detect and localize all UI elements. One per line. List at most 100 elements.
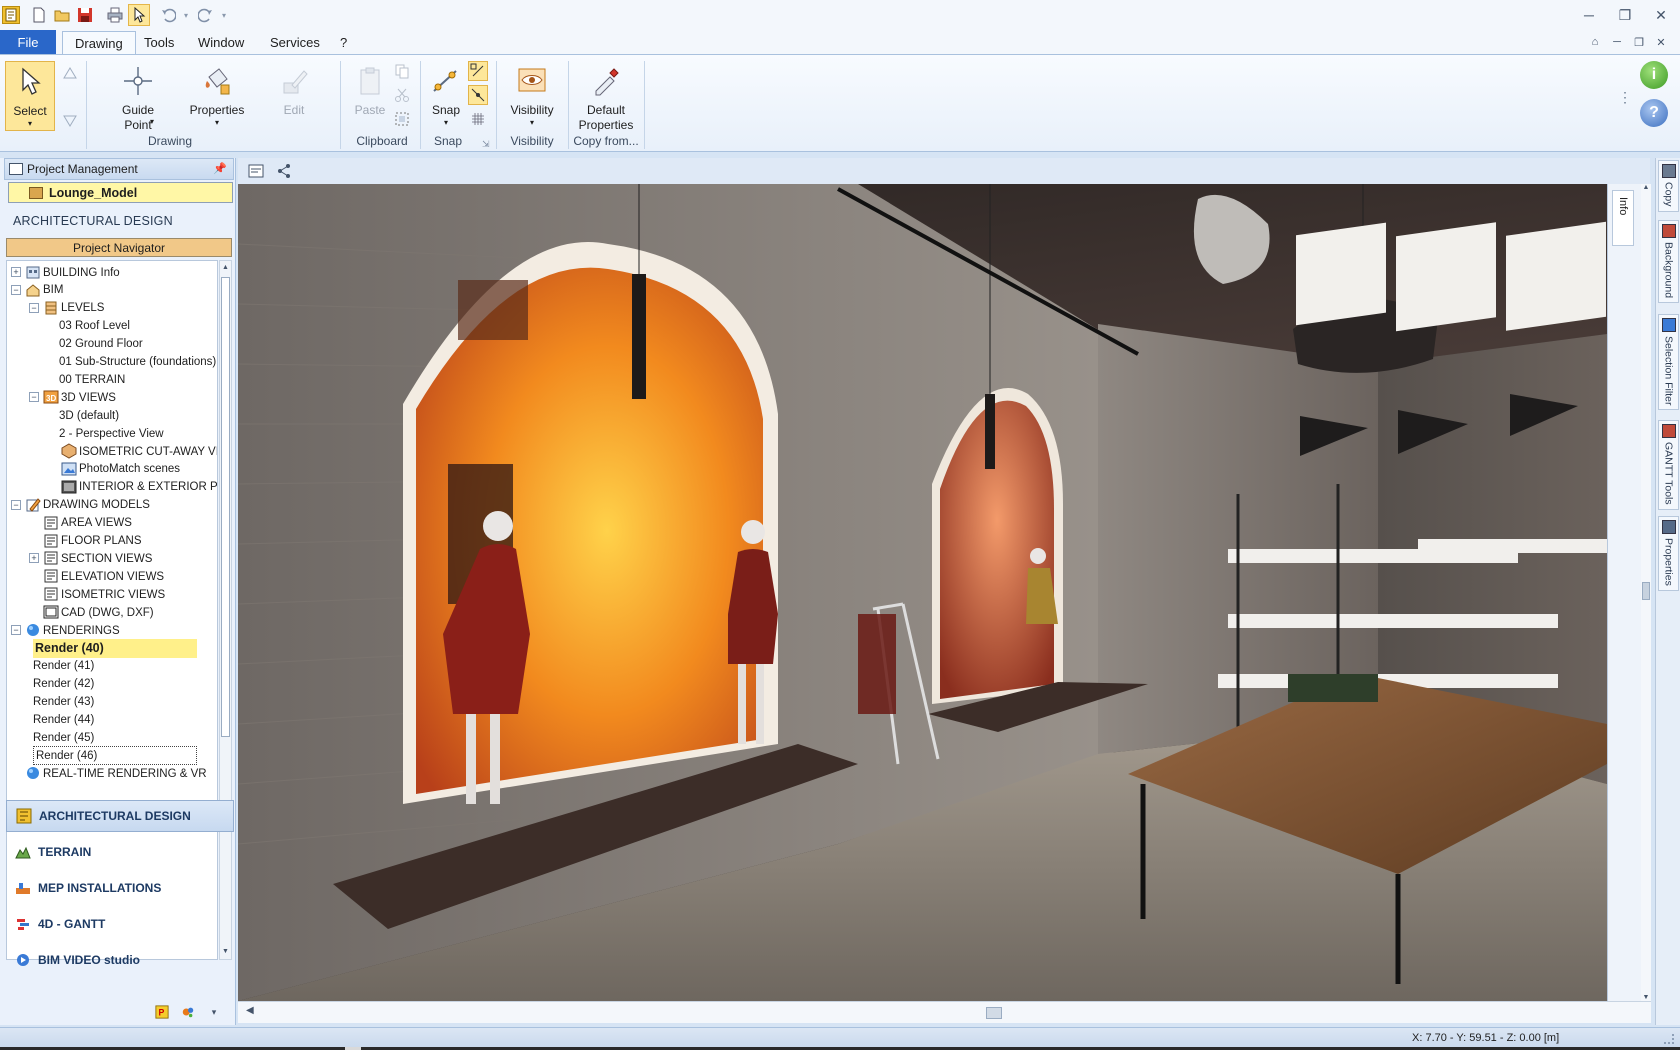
scrollbar-thumb[interactable] — [986, 1007, 1002, 1019]
tree-item[interactable]: DRAWING MODELS — [43, 496, 150, 515]
tab-window[interactable]: Window — [186, 31, 256, 54]
cut-icon[interactable] — [392, 85, 412, 105]
open-folder-icon[interactable] — [51, 4, 73, 26]
tree-item[interactable]: 00 TERRAIN — [59, 370, 125, 389]
render-viewport[interactable] — [238, 184, 1607, 1001]
tree-item[interactable]: Render (46) — [33, 746, 197, 766]
new-file-icon[interactable] — [28, 4, 50, 26]
background-tab[interactable]: Background — [1658, 220, 1679, 304]
app-icon[interactable] — [2, 6, 20, 24]
tree-item[interactable]: Render (42) — [33, 675, 94, 694]
addons-icon[interactable] — [179, 1003, 197, 1021]
tree-item[interactable]: Render (41) — [33, 657, 94, 676]
scrollbar-thumb[interactable] — [1642, 582, 1650, 600]
tree-item[interactable]: BUILDING Info — [43, 263, 120, 282]
close-window-icon[interactable]: ✕ — [1649, 5, 1673, 25]
copy-tab[interactable]: Copy — [1658, 160, 1679, 212]
expand-toggle-icon[interactable]: − — [29, 392, 39, 403]
tree-item[interactable]: LEVELS — [61, 299, 104, 318]
tree-item[interactable]: RENDERINGS — [43, 621, 120, 640]
expand-toggle-icon[interactable]: + — [11, 267, 21, 277]
triangle-down-icon[interactable] — [60, 111, 80, 131]
print-icon[interactable] — [104, 4, 126, 26]
chevron-down-icon[interactable]: ▾ — [205, 1003, 223, 1021]
scroll-up-icon[interactable]: ▲ — [220, 261, 231, 275]
info-tab-label[interactable]: Info — [1612, 190, 1634, 246]
tree-item[interactable]: Render (40) — [33, 638, 197, 658]
tree-item[interactable]: 02 Ground Floor — [59, 335, 143, 354]
tab-tools[interactable]: Tools — [132, 31, 186, 54]
tree-item[interactable]: 01 Sub-Structure (foundations) — [59, 353, 216, 372]
guide-point-button[interactable]: Guide Point — [110, 63, 166, 133]
tree-item[interactable]: Render (43) — [33, 693, 94, 712]
doc-minimize-icon[interactable]: ─ — [1608, 34, 1626, 50]
minimize-window-icon[interactable]: ─ — [1577, 5, 1601, 25]
share-icon[interactable] — [274, 161, 294, 181]
tree-item[interactable]: 2 - Perspective View — [59, 424, 164, 443]
tree-item[interactable]: ISOMETRIC CUT-AWAY VIE — [79, 442, 217, 461]
restore-window-icon[interactable]: ❐ — [1613, 5, 1637, 25]
module-button[interactable]: MEP INSTALLATIONS — [6, 872, 234, 904]
tree-item[interactable]: CAD (DWG, DXF) — [61, 603, 154, 622]
tree-item[interactable]: 03 Roof Level — [59, 317, 130, 336]
tree-item[interactable]: AREA VIEWS — [61, 514, 132, 533]
scroll-left-icon[interactable]: ◀ — [246, 1005, 254, 1016]
tree-item[interactable]: 3D (default) — [59, 406, 119, 425]
module-button[interactable]: TERRAIN — [6, 836, 234, 868]
module-button[interactable]: 4D - GANTT — [6, 908, 234, 940]
viewport-horizontal-scrollbar[interactable]: ◀ — [238, 1001, 1651, 1023]
module-button[interactable]: BIM VIDEO studio — [6, 944, 234, 976]
select-area-icon[interactable] — [392, 109, 412, 129]
resize-grip-icon[interactable] — [1664, 1034, 1674, 1044]
copy-icon[interactable] — [392, 61, 412, 81]
properties-tab[interactable]: Properties — [1658, 516, 1679, 591]
expand-toggle-icon[interactable]: − — [11, 625, 21, 635]
paste-button[interactable]: Paste — [350, 63, 390, 118]
tree-item[interactable]: ISOMETRIC VIEWS — [61, 585, 165, 604]
save-icon[interactable] — [74, 4, 96, 26]
pin-icon[interactable]: 📌 — [213, 162, 227, 175]
expand-toggle-icon[interactable]: − — [11, 284, 21, 295]
snap-endpoint-icon[interactable] — [468, 61, 488, 81]
properties-button[interactable]: Properties ▾ — [186, 63, 248, 128]
expand-toggle-icon[interactable]: − — [29, 302, 39, 313]
tree-item[interactable]: Render (45) — [33, 728, 94, 747]
scroll-up-icon[interactable]: ▲ — [1641, 184, 1651, 191]
tab-drawing[interactable]: Drawing — [62, 31, 136, 55]
snap-grid-icon[interactable] — [468, 109, 488, 129]
doc-restore-icon[interactable]: ❐ — [1630, 34, 1648, 50]
edit-button[interactable]: Edit — [274, 63, 314, 118]
snap-button[interactable]: Snap ▾ — [428, 63, 464, 128]
tree-item[interactable]: SECTION VIEWS — [61, 549, 152, 568]
triangle-up-icon[interactable] — [60, 63, 80, 83]
info-panel-tab[interactable]: Info — [1607, 184, 1641, 1001]
tab-services[interactable]: Services — [258, 31, 332, 54]
select-pointer-icon[interactable] — [128, 4, 150, 26]
more-options-icon[interactable]: ⋮ — [1618, 89, 1632, 106]
tab-help[interactable]: ? — [328, 31, 359, 54]
module-button[interactable]: ARCHITECTURAL DESIGN — [6, 800, 234, 832]
file-menu-button[interactable]: File — [0, 30, 56, 54]
dialog-launcher-icon[interactable]: ⇲ — [482, 139, 490, 150]
viewport-vertical-scrollbar[interactable]: ▲ ▼ — [1641, 184, 1651, 1001]
scrollbar-thumb[interactable] — [221, 277, 230, 737]
gantt-tools-tab[interactable]: GANTT Tools — [1658, 420, 1679, 510]
undo-icon[interactable] — [157, 4, 179, 26]
visibility-button[interactable]: Visibility ▾ — [504, 63, 560, 128]
tree-item[interactable]: Render (44) — [33, 711, 94, 730]
tree-item[interactable]: PhotoMatch scenes — [79, 460, 180, 479]
redo-icon[interactable] — [195, 4, 217, 26]
help-icon[interactable]: ? — [1640, 99, 1668, 127]
scroll-down-icon[interactable]: ▼ — [1641, 994, 1651, 1001]
redo-dropdown-icon[interactable]: ▾ — [222, 4, 230, 26]
tree-item[interactable]: FLOOR PLANS — [61, 532, 142, 551]
tree-item[interactable]: INTERIOR & EXTERIOR PHO — [79, 478, 217, 497]
expand-toggle-icon[interactable]: + — [29, 553, 39, 564]
tree-item[interactable]: 3D VIEWS — [61, 388, 116, 407]
ribbon-collapse-icon[interactable]: ⌂ — [1586, 34, 1604, 50]
tree-item[interactable]: BIM — [43, 281, 63, 300]
model-selector[interactable]: Lounge_Model — [8, 182, 233, 203]
selection-filter-tab[interactable]: Selection Filter — [1658, 314, 1679, 411]
tree-item[interactable]: REAL-TIME RENDERING & VR — [43, 764, 207, 783]
plugin-icon[interactable]: P — [153, 1003, 171, 1021]
